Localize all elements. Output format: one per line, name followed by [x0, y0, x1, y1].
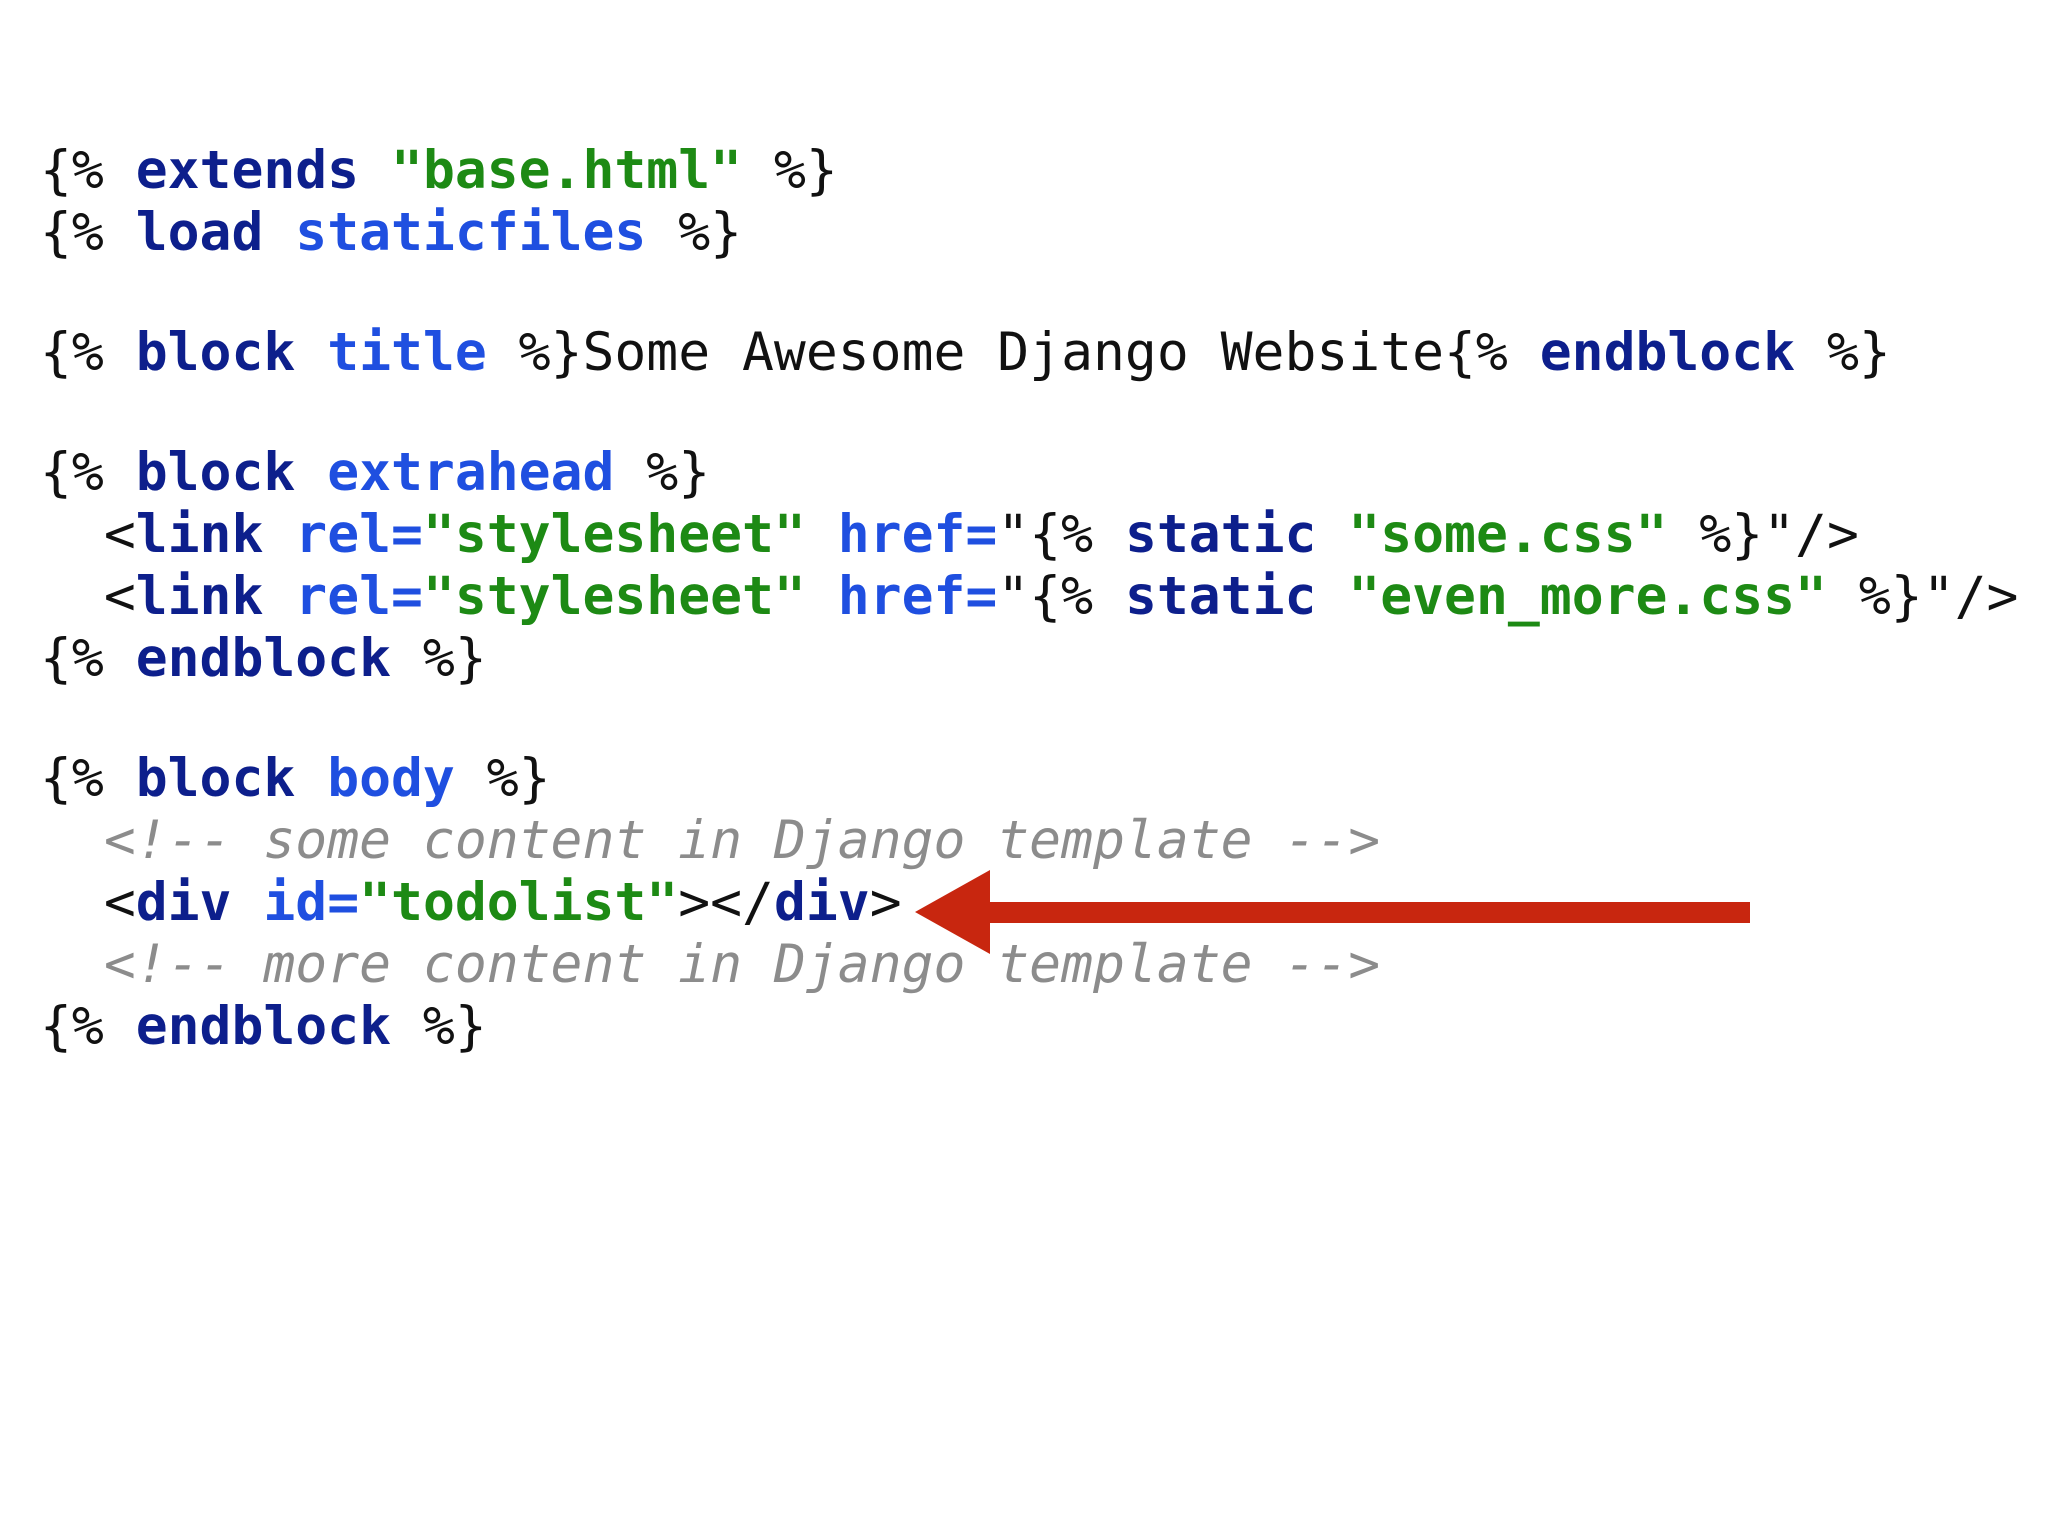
code-token: %} [742, 140, 838, 201]
code-token: %} [454, 748, 551, 809]
code-token: {% [40, 202, 136, 263]
code-token: "todolist" [359, 872, 679, 933]
code-token: < [40, 566, 136, 627]
code-token: id= [263, 872, 360, 933]
code-token: {% [40, 748, 136, 809]
code-token: staticfiles [295, 202, 647, 263]
code-token: <!-- more content in Django template --> [103, 934, 1381, 995]
code-token: < [40, 872, 136, 933]
code-token: endblock [1539, 322, 1796, 383]
code-token: "base.html" [391, 140, 743, 201]
code-token: %}"/> [1826, 566, 2019, 627]
code-token: %} [646, 202, 743, 263]
code-token: href= [837, 504, 998, 565]
code-token: <!-- some content in Django template --> [103, 810, 1381, 871]
code-token: div [135, 872, 232, 933]
code-token: ></ [678, 872, 774, 933]
code-line: {% block body %} [40, 748, 2018, 810]
code-token: %} [614, 442, 711, 503]
code-token: "stylesheet" [422, 566, 806, 627]
code-block: {% extends "base.html" %} {% load staticf… [40, 140, 2018, 1058]
code-token: endblock [135, 628, 392, 689]
code-token: href= [837, 566, 998, 627]
code-line: <link rel="stylesheet" href="{% static "… [40, 504, 2018, 566]
code-line: {% load staticfiles %} [40, 202, 2018, 264]
code-token: block [135, 442, 296, 503]
code-token: %} [1795, 322, 1891, 383]
code-token: {% [40, 996, 136, 1057]
code-token: static [1124, 504, 1317, 565]
code-token: "{% [997, 504, 1125, 565]
code-token: < [40, 504, 136, 565]
code-token: endblock [135, 996, 392, 1057]
code-line: <!-- more content in Django template --> [40, 934, 2018, 996]
code-token: extrahead [327, 442, 615, 503]
code-token: body [327, 748, 455, 809]
code-line: {% block title %}Some Awesome Django Web… [40, 322, 2018, 384]
slide: {% extends "base.html" %} {% load staticf… [0, 0, 2048, 1536]
code-token: block [135, 748, 296, 809]
code-token: "stylesheet" [422, 504, 806, 565]
code-token: {% [40, 628, 136, 689]
code-token: block [135, 322, 296, 383]
code-line: {% extends "base.html" %} [40, 140, 2018, 202]
code-token: "some.css" [1348, 504, 1668, 565]
code-token: rel= [295, 566, 423, 627]
code-token: > [869, 872, 902, 933]
code-token: static [1124, 566, 1317, 627]
code-token: {% [40, 442, 136, 503]
code-line: <div id="todolist"></div> [40, 872, 2018, 934]
code-token: div [773, 872, 870, 933]
code-token: load [135, 202, 264, 263]
code-token: {% [40, 322, 136, 383]
code-line: <!-- some content in Django template --> [40, 810, 2018, 872]
code-line: <link rel="stylesheet" href="{% static "… [40, 566, 2019, 628]
code-line: {% endblock %} [40, 996, 2018, 1058]
code-token: "even_more.css" [1348, 566, 1827, 627]
code-token: %} [391, 628, 487, 689]
code-token: rel= [295, 504, 423, 565]
code-token: {% [40, 140, 136, 201]
code-token: %} [391, 996, 487, 1057]
code-token: link [135, 566, 264, 627]
code-token: extends [135, 140, 360, 201]
code-line: {% endblock %} [40, 628, 2018, 690]
code-line: {% block extrahead %} [40, 442, 2018, 504]
code-token: %}"/> [1667, 504, 1859, 565]
code-token: "{% [997, 566, 1125, 627]
code-token: title [327, 322, 487, 383]
code-token: link [135, 504, 264, 565]
code-token: %}Some Awesome Django Website{% [486, 322, 1540, 383]
